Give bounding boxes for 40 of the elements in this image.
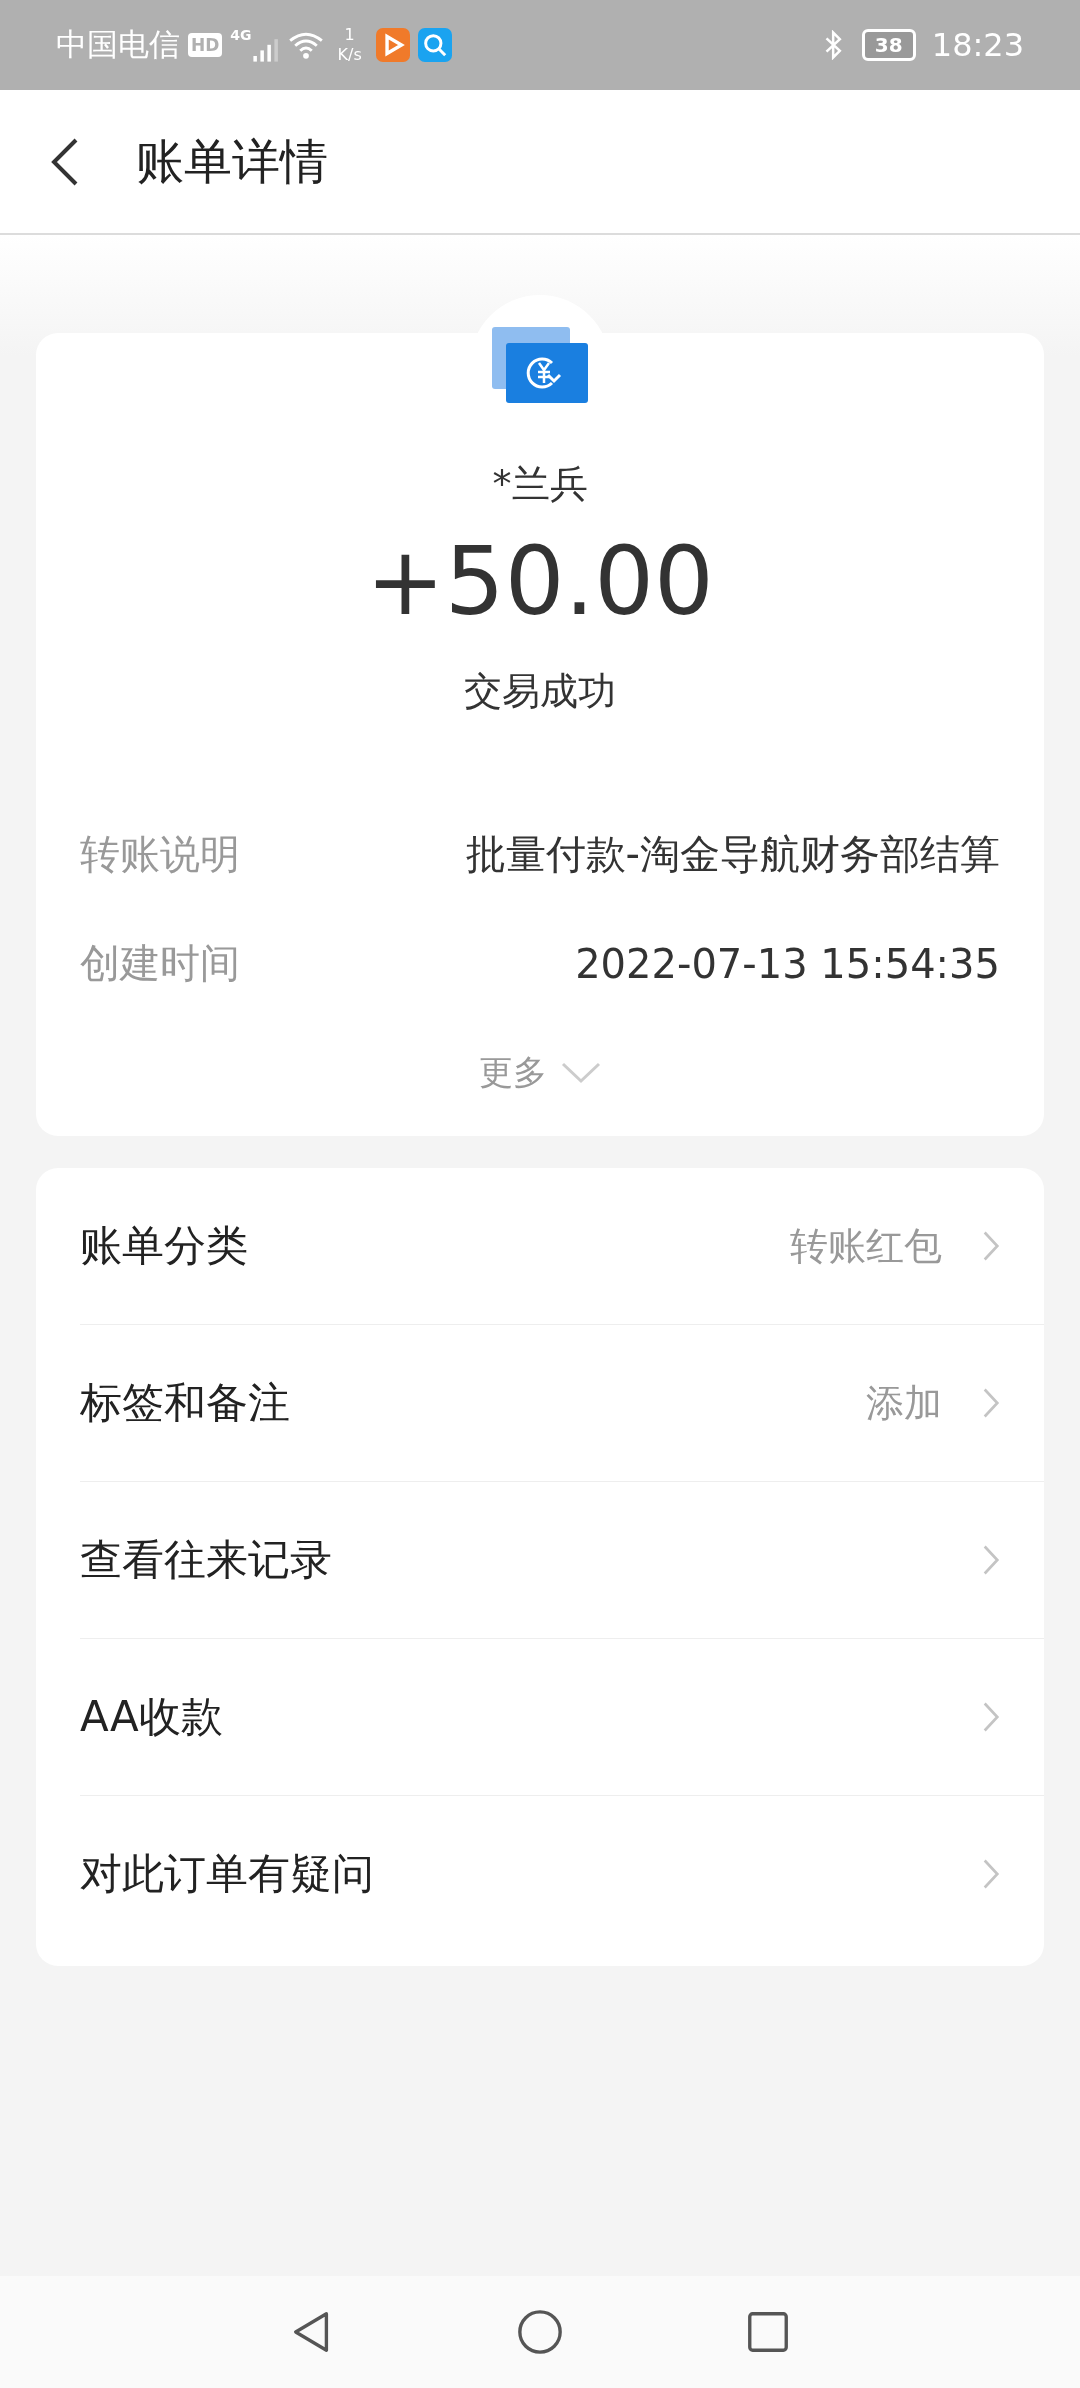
menu-item[interactable]: 账单分类 转账红包 — [80, 1168, 1044, 1324]
chevron-down-icon — [561, 1062, 601, 1084]
chevron-right-icon — [982, 1857, 1000, 1891]
menu-item[interactable]: 对此订单有疑问 — [80, 1795, 1044, 1952]
menu-item[interactable]: 标签和备注 添加 — [80, 1324, 1044, 1481]
home-circle-icon[interactable] — [516, 2308, 564, 2356]
menu-label: 账单分类 — [80, 1220, 249, 1272]
clock-time: 18:23 — [931, 26, 1024, 64]
chevron-right-icon — [982, 1543, 1000, 1577]
detail-label: 转账说明 — [80, 830, 240, 879]
chevron-right-icon — [982, 1386, 1000, 1420]
payer-name: *兰兵 — [492, 461, 588, 508]
hd-badge: HD — [188, 33, 223, 57]
bluetooth-icon — [823, 30, 844, 60]
network-type: 4G — [230, 27, 252, 43]
menu-value: 添加 — [866, 1379, 942, 1427]
page-title: 账单详情 — [136, 131, 328, 191]
transfer-icon — [490, 325, 590, 405]
carrier-name: 中国电信 — [56, 25, 180, 64]
search-app-icon — [417, 28, 452, 62]
detail-value: 2022-07-13 15:54:35 — [575, 940, 1000, 987]
menu-item[interactable]: AA收款 — [80, 1638, 1044, 1795]
video-app-icon — [375, 28, 410, 62]
chevron-right-icon — [982, 1700, 1000, 1734]
chevron-right-icon — [982, 1229, 1000, 1263]
transaction-status: 交易成功 — [464, 668, 616, 715]
wifi-icon — [287, 30, 324, 60]
speed-unit: K/s — [337, 45, 362, 65]
detail-value: 批量付款-淘金导航财务部结算 — [465, 830, 1000, 879]
battery-icon: 38 — [861, 29, 916, 61]
menu-label: 查看往来记录 — [80, 1534, 333, 1586]
amount-text: +50.00 — [366, 527, 714, 637]
detail-label: 创建时间 — [80, 939, 240, 988]
speed-value: 1 — [344, 25, 355, 45]
menu-label: AA收款 — [80, 1691, 224, 1743]
menu-item[interactable]: 查看往来记录 — [80, 1481, 1044, 1638]
menu-label: 对此订单有疑问 — [80, 1848, 375, 1900]
menu-value: 转账红包 — [790, 1222, 942, 1270]
back-icon[interactable] — [50, 136, 80, 187]
menu-label: 标签和备注 — [80, 1377, 291, 1429]
